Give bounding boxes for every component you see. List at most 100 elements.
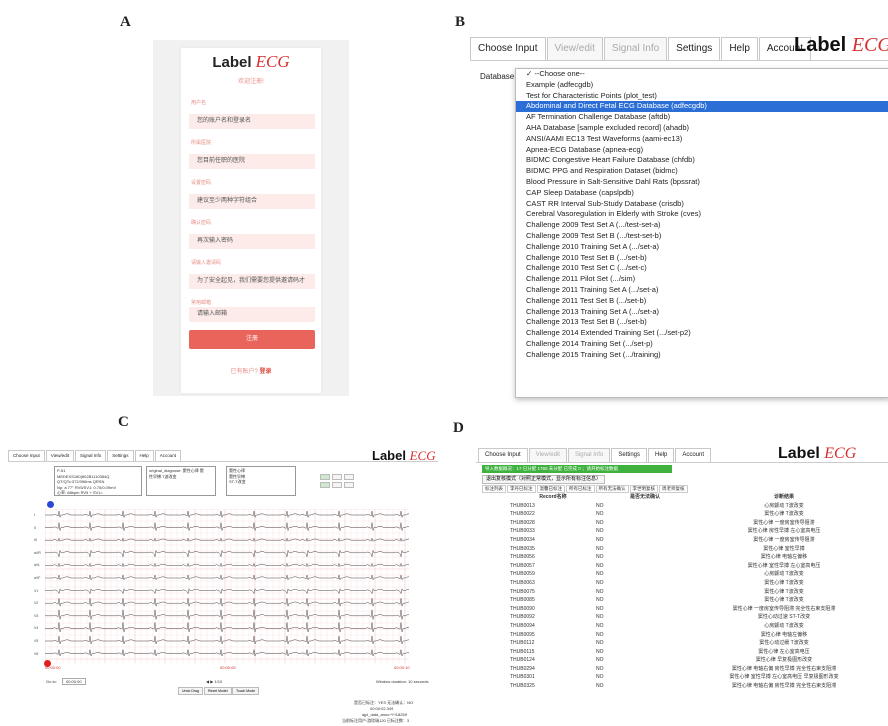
database-option[interactable]: BIDMC Congestive Heart Failure Database … — [516, 155, 888, 166]
table-row[interactable]: THUB0056 NO 窦性心律 电轴左偏移 — [486, 553, 874, 562]
tab-help[interactable]: Help — [721, 37, 758, 60]
tab-help[interactable]: Help — [648, 448, 675, 462]
tab-choose-input[interactable]: Choose Input — [478, 448, 528, 462]
database-option[interactable]: Cerebral Vasoregulation in Elderly with … — [516, 209, 888, 220]
email-field[interactable]: 请输入邮箱 — [189, 307, 315, 322]
tab-settings[interactable]: Settings — [107, 450, 134, 461]
table-row[interactable]: THUB0033 NO 窦性心律 房性早搏 左心室高电压 — [486, 527, 874, 536]
filter-tab[interactable]: 标注列表 — [482, 485, 506, 493]
zoom-control-2[interactable] — [332, 474, 342, 480]
database-option[interactable]: AHA Database [sample excluded record] (a… — [516, 123, 888, 134]
ecg-waveform-plot[interactable] — [45, 509, 409, 663]
database-dropdown-list[interactable]: ✓ --Choose one-- Example (adfecgdb) Test f… — [515, 68, 888, 398]
tab-choose-input[interactable]: Choose Input — [8, 450, 45, 461]
reset-model-button[interactable]: Reset Model — [204, 687, 232, 695]
database-option[interactable]: BIDMC PPG and Respiration Dataset (bidmc… — [516, 166, 888, 177]
tab-help[interactable]: Help — [134, 450, 154, 461]
login-link[interactable]: 登录 — [260, 369, 272, 375]
database-option[interactable]: Challenge 2010 Test Set B (.../set-b) — [516, 253, 888, 264]
filter-tab[interactable]: 所有无法确认 — [595, 485, 629, 493]
tab-view-edit[interactable]: View/edit — [528, 448, 567, 462]
table-row[interactable]: THUB0034 NO 窦性心律 一度房室传导阻滞 — [486, 536, 874, 545]
filter-tab[interactable]: 李丹已标注 — [507, 485, 536, 493]
column-header-uncertain[interactable]: 是否无法确认 — [596, 493, 694, 502]
table-row[interactable]: THUB0095 NO 窦性心律 电轴左偏移 — [486, 631, 874, 640]
table-row[interactable]: THUB0112 NO 窦性心动过缓 T波改变 — [486, 639, 874, 648]
database-option[interactable]: CAP Sleep Database (capslpdb) — [516, 188, 888, 199]
table-row[interactable]: THUB0057 NO 窦性心律 室性早搏 左心室高电压 — [486, 562, 874, 571]
zoom-control-1[interactable] — [320, 474, 330, 480]
tab-signal-info[interactable]: Signal Info — [603, 37, 668, 60]
table-row[interactable]: THUB0090 NO 窦性心律 一度房室传导阻滞 完全性右束支阻滞 — [486, 605, 874, 614]
database-option[interactable]: Challenge 2010 Training Set A (.../set-a… — [516, 242, 888, 253]
touch-mode-button[interactable]: Touch Mode — [232, 687, 260, 695]
tab-account[interactable]: Account — [675, 448, 712, 462]
filter-tab[interactable]: 所有已标注 — [566, 485, 595, 493]
tab-settings[interactable]: Settings — [611, 448, 647, 462]
password-field[interactable]: 建议至少两种字符组合 — [189, 194, 315, 209]
tab-signal-info[interactable]: Signal Info — [74, 450, 107, 461]
table-row[interactable]: THUB0301 NO 窦性心律 室性早搏 左心室高电压 早复极图形改变 — [486, 673, 874, 682]
table-row[interactable]: THUB0085 NO 窦性心律 T波改变 — [486, 596, 874, 605]
tab-account[interactable]: Account — [154, 450, 182, 461]
register-button[interactable]: 注册 — [189, 330, 315, 349]
table-row[interactable]: THUB0094 NO 心房颤动 T波改变 — [486, 622, 874, 631]
database-option[interactable]: Challenge 2014 Training Set (.../set-p) — [516, 339, 888, 350]
database-option[interactable]: Abdominal and Direct Fetal ECG Database … — [516, 101, 888, 113]
undo-drag-button[interactable]: Undo Drag — [178, 687, 203, 695]
database-option[interactable]: Test for Characteristic Points (plot_tes… — [516, 91, 888, 102]
zoom-control-6[interactable] — [344, 482, 354, 488]
table-row[interactable]: THUB0294 NO 窦性心律 电轴右偏 房性早搏 完全性右束支阻滞 — [486, 665, 874, 674]
tab-choose-input[interactable]: Choose Input — [470, 37, 546, 60]
tab-view-edit[interactable]: View/edit — [546, 37, 603, 60]
table-row[interactable]: THUB0022 NO 窦性心律 T波改变 — [486, 510, 874, 519]
database-option[interactable]: Challenge 2011 Pilot Set (.../sim) — [516, 274, 888, 285]
filter-tab[interactable]: 李世明复核 — [629, 485, 658, 493]
database-option[interactable]: AF Termination Challenge Database (aftdb… — [516, 112, 888, 123]
filter-tab[interactable]: 温馨已标注 — [536, 485, 565, 493]
column-header-diagnosis[interactable]: 诊断结果 — [694, 493, 874, 502]
hospital-field[interactable]: 您目前任职的医院 — [189, 154, 315, 169]
database-option[interactable]: Challenge 2015 Training Set (.../trainin… — [516, 350, 888, 361]
database-option[interactable]: CAST RR Interval Sub-Study Database (cri… — [516, 199, 888, 210]
exit-review-button[interactable]: 退出复核模式（对照正常模式，显示所有标注信息） — [482, 475, 606, 484]
zoom-control-4[interactable] — [320, 482, 330, 488]
invite-code-field[interactable]: 为了安全起见，我们需要您提供邀请码才 — [189, 274, 315, 289]
zoom-control-5[interactable] — [332, 482, 342, 488]
tab-settings[interactable]: Settings — [668, 37, 721, 60]
zoom-control-3[interactable] — [344, 474, 354, 480]
database-option[interactable]: Challenge 2011 Training Set A (.../set-a… — [516, 285, 888, 296]
database-option[interactable]: Challenge 2009 Test Set B (.../test-set-… — [516, 231, 888, 242]
table-row[interactable]: THUB0075 NO 窦性心律 T波改变 — [486, 588, 874, 597]
column-header-record[interactable]: Record名称 — [486, 493, 596, 502]
table-row[interactable]: THUB0013 NO 心房颤动 T波改变 — [486, 502, 874, 511]
tab-signal-info[interactable]: Signal Info — [567, 448, 611, 462]
table-row[interactable]: THUB0325 NO 窦性心律 电轴右偏 房性早搏 完全性右束支阻滞 — [486, 682, 874, 691]
database-option[interactable]: Challenge 2010 Test Set C (.../set-c) — [516, 263, 888, 274]
diagnosis-tags-box[interactable]: 窦性心律 窦性早搏 ST-T改变 — [226, 466, 296, 496]
filter-tab[interactable]: 周老师复核 — [659, 485, 688, 493]
database-option[interactable]: Challenge 2011 Test Set B (.../set-b) — [516, 296, 888, 307]
table-row[interactable]: THUB0035 NO 窦性心律 室性早搏 — [486, 545, 874, 554]
table-row[interactable]: THUB0115 NO 窦性心律 左心室高电压 — [486, 648, 874, 657]
confirm-password-field[interactable]: 再次输入密码 — [189, 234, 315, 249]
database-option[interactable]: Challenge 2014 Extended Training Set (..… — [516, 328, 888, 339]
database-option[interactable]: Blood Pressure in Salt-Sensitive Dahl Ra… — [516, 177, 888, 188]
table-row[interactable]: THUB0028 NO 窦性心律 一度房室传导阻滞 — [486, 519, 874, 528]
start-marker[interactable] — [47, 501, 54, 508]
database-option[interactable]: Challenge 2009 Test Set A (.../test-set-… — [516, 220, 888, 231]
database-option[interactable]: ✓ --Choose one-- — [516, 69, 888, 80]
database-option[interactable]: Apnea-ECG Database (apnea-ecg) — [516, 145, 888, 156]
page-navigation[interactable]: ◀ ▶ 1/10 — [206, 679, 222, 684]
database-option[interactable]: Challenge 2013 Test Set B (.../set-b) — [516, 317, 888, 328]
database-option[interactable]: ANSI/AAMI EC13 Test Waveforms (aami-ec13… — [516, 134, 888, 145]
table-row[interactable]: THUB0063 NO 窦性心律 T波改变 — [486, 579, 874, 588]
table-row[interactable]: THUB0124 NO 窦性心律 早复极图形改变 — [486, 656, 874, 665]
table-row[interactable]: THUB0059 NO 心房颤动 T波改变 — [486, 570, 874, 579]
tab-view-edit[interactable]: View/edit — [45, 450, 74, 461]
database-option[interactable]: Example (adfecgdb) — [516, 80, 888, 91]
database-option[interactable]: Challenge 2013 Training Set A (.../set-a… — [516, 307, 888, 318]
username-field[interactable]: 您的账户名和登录名 — [189, 114, 315, 129]
goto-input[interactable]: 00:00:00 — [62, 678, 86, 685]
table-row[interactable]: THUB0092 NO 窦性心动过速 ST-T改变 — [486, 613, 874, 622]
